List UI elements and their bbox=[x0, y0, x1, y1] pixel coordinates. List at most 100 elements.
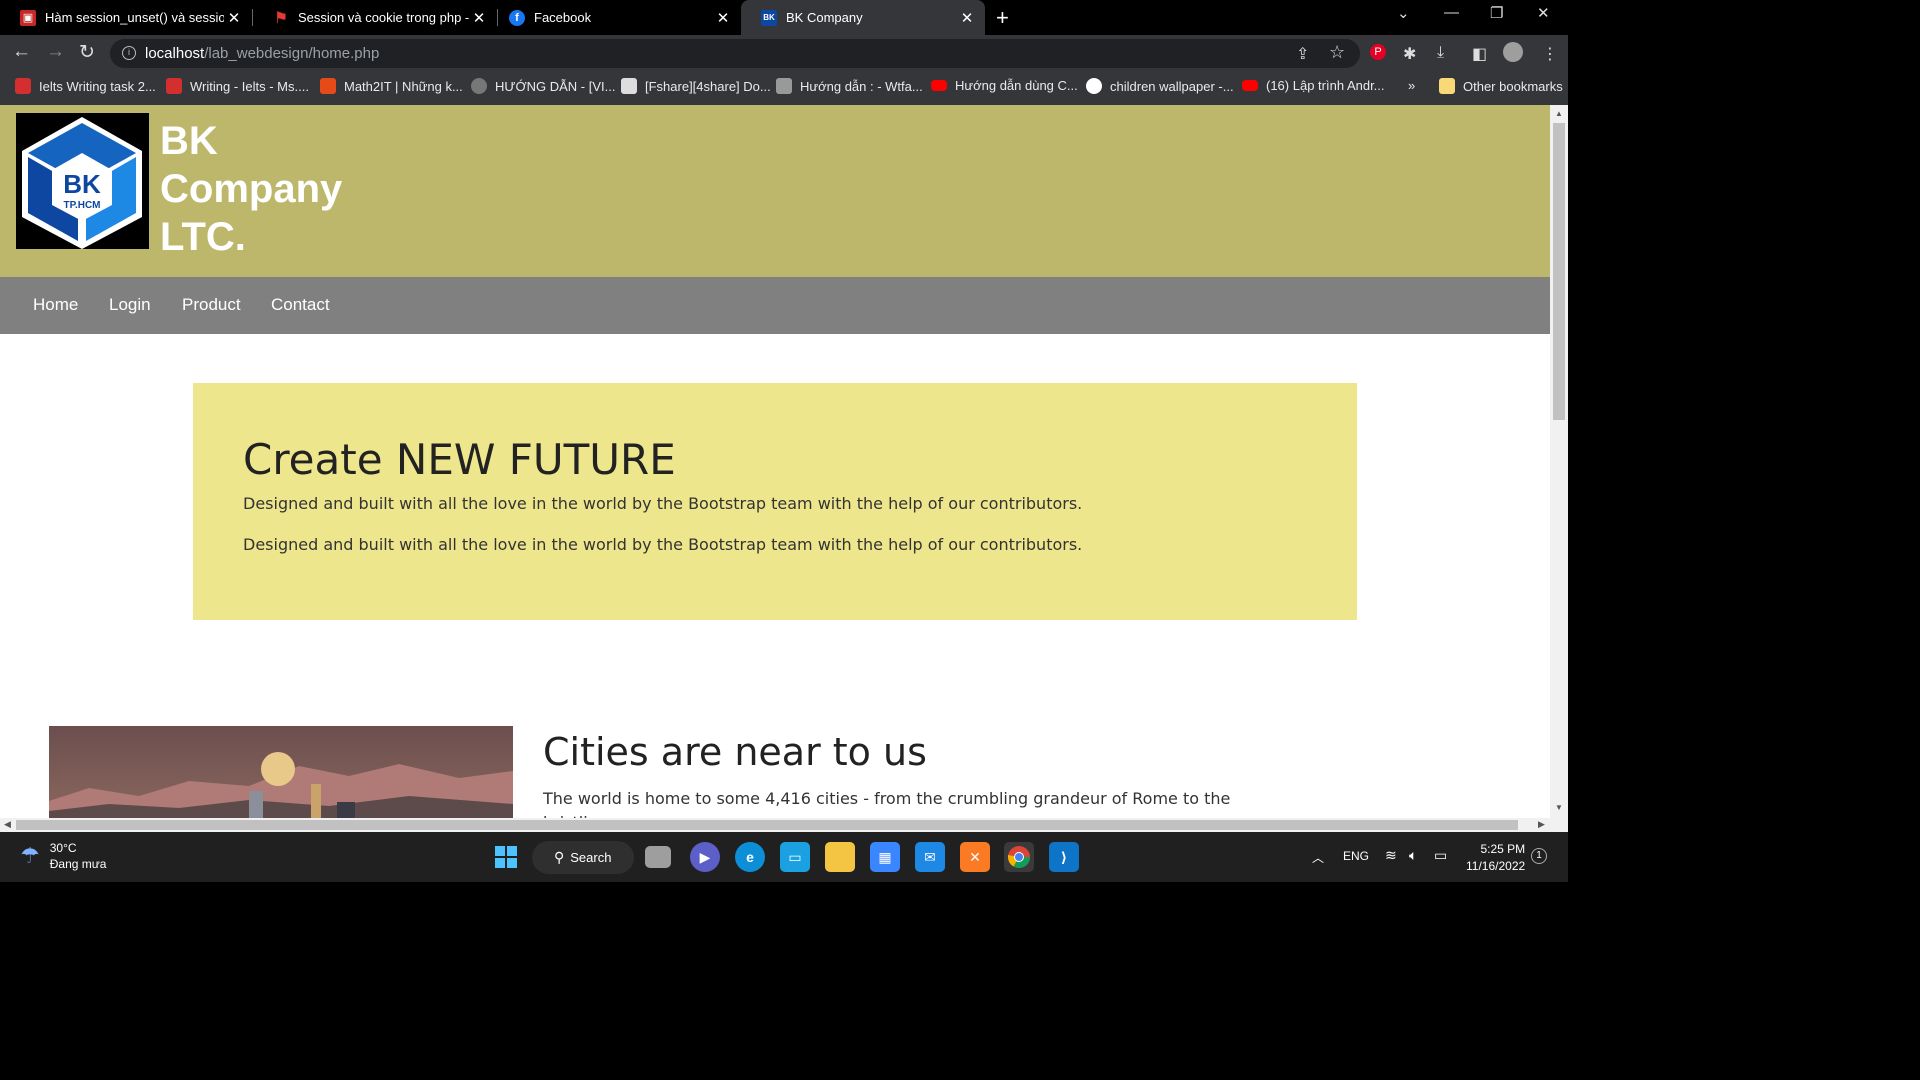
nav-product-link[interactable]: Product bbox=[182, 295, 241, 315]
section-title: Cities are near to us bbox=[543, 730, 927, 774]
show-hidden-icons-chevron[interactable]: ︿ bbox=[1312, 849, 1324, 866]
extensions-icon[interactable]: ✱ bbox=[1403, 44, 1416, 64]
profile-avatar[interactable] bbox=[1503, 42, 1523, 62]
nav-login-link[interactable]: Login bbox=[109, 295, 151, 315]
browser-toolbar: ← → ↻ i localhost/lab_webdesign/home.php… bbox=[0, 35, 1568, 72]
share-icon[interactable]: ⇪ bbox=[1296, 44, 1309, 64]
close-tab-icon[interactable]: ✕ bbox=[713, 9, 733, 27]
windows-start-icon[interactable] bbox=[491, 842, 521, 872]
horizontal-scrollbar[interactable]: ◀ ▶ bbox=[0, 818, 1568, 832]
tab-favicon-icon: ▣ bbox=[20, 9, 36, 26]
section-text: The world is home to some 4,416 cities -… bbox=[543, 789, 1231, 818]
tab-favicon-icon: ⚑ bbox=[273, 9, 289, 27]
tab-facebook[interactable]: f Facebook ✕ bbox=[489, 0, 741, 35]
pinterest-icon[interactable]: P bbox=[1370, 44, 1386, 60]
tab-session-cookie[interactable]: ⚑ Session và cookie trong php - Fre ✕ bbox=[253, 0, 497, 35]
wifi-icon[interactable]: ≋ bbox=[1385, 847, 1397, 864]
svg-text:TP.HCM: TP.HCM bbox=[63, 200, 100, 211]
bookmark-item[interactable]: Hướng dẫn : - Wtfa... bbox=[776, 78, 923, 94]
bookmark-item[interactable]: Ielts Writing task 2... bbox=[15, 78, 156, 94]
svg-text:BK: BK bbox=[63, 169, 101, 199]
hero-text: Designed and built with all the love in … bbox=[243, 535, 1083, 554]
scroll-right-icon[interactable]: ▶ bbox=[1538, 819, 1545, 830]
battery-icon[interactable]: ▭ bbox=[1434, 847, 1447, 864]
scrollbar-thumb[interactable] bbox=[1553, 123, 1565, 420]
bookmark-item[interactable]: (16) Lập trình Andr... bbox=[1242, 78, 1385, 93]
tab-title: Session và cookie trong php - Fre bbox=[298, 10, 469, 25]
scroll-down-icon[interactable]: ▼ bbox=[1555, 803, 1563, 812]
weather-status: Đang mưa bbox=[49, 857, 107, 871]
close-tab-icon[interactable]: ✕ bbox=[957, 9, 977, 27]
site-info-icon[interactable]: i bbox=[122, 46, 136, 60]
nav-contact-link[interactable]: Contact bbox=[271, 295, 330, 315]
task-view-icon[interactable] bbox=[645, 846, 671, 868]
rain-umbrella-icon: ☂ bbox=[20, 843, 40, 868]
tab-search-icon[interactable]: ⌄ bbox=[1397, 4, 1410, 22]
nav-home-link[interactable]: Home bbox=[33, 295, 78, 315]
tab-title: Hàm session_unset() và session_d bbox=[45, 10, 224, 25]
tab-session-unset[interactable]: ▣ Hàm session_unset() và session_d ✕ bbox=[0, 0, 252, 35]
bookmarks-overflow-button[interactable]: » bbox=[1408, 78, 1415, 93]
brand-title: BK Company LTC. bbox=[160, 119, 343, 259]
close-window-icon[interactable]: ✕ bbox=[1537, 4, 1550, 22]
facebook-icon: f bbox=[509, 9, 525, 26]
windows-taskbar: ☂ 30°C Đang mưa ⚲ Search ▶ e ▭ ▦ ✉ ✕ ⟩ ︿… bbox=[0, 832, 1568, 882]
menu-kebab-icon[interactable]: ⋮ bbox=[1542, 44, 1558, 64]
site-navigation: Home Login Product Contact bbox=[0, 277, 1550, 334]
remote-desktop-icon[interactable]: ▭ bbox=[780, 842, 810, 872]
browser-tab-strip: ▣ Hàm session_unset() và session_d ✕ ⚑ S… bbox=[0, 0, 1568, 35]
url-host: localhost bbox=[145, 45, 205, 62]
system-clock[interactable]: 5:25 PM 11/16/2022 bbox=[1466, 841, 1525, 875]
hero-jumbotron: Create NEW FUTURE Designed and built wit… bbox=[193, 383, 1357, 620]
xampp-icon[interactable]: ✕ bbox=[960, 842, 990, 872]
reload-icon[interactable]: ↻ bbox=[79, 41, 95, 64]
tab-bk-company[interactable]: BK BK Company ✕ bbox=[741, 0, 985, 35]
bookmark-item[interactable]: Math2IT | Những k... bbox=[320, 78, 463, 94]
other-bookmarks-folder[interactable]: Other bookmarks bbox=[1439, 78, 1563, 94]
new-tab-button[interactable]: + bbox=[996, 5, 1009, 31]
hero-text: Designed and built with all the love in … bbox=[243, 494, 1083, 513]
scroll-up-icon[interactable]: ▲ bbox=[1555, 109, 1563, 118]
hero-title: Create NEW FUTURE bbox=[243, 435, 676, 484]
bookmark-star-icon[interactable]: ☆ bbox=[1329, 42, 1345, 63]
city-skyline-image bbox=[49, 726, 513, 818]
tab-title: Facebook bbox=[534, 10, 592, 25]
edge-icon[interactable]: e bbox=[735, 842, 765, 872]
side-panel-icon[interactable]: ◧ bbox=[1472, 44, 1487, 64]
vscode-icon[interactable]: ⟩ bbox=[1049, 842, 1079, 872]
mail-icon[interactable]: ✉ bbox=[915, 842, 945, 872]
bookmark-item[interactable]: Writing - Ielts - Ms.... bbox=[166, 78, 309, 94]
minimize-icon[interactable]: — bbox=[1444, 4, 1459, 21]
bookmark-item[interactable]: children wallpaper -... bbox=[1086, 78, 1234, 94]
microsoft-store-icon[interactable]: ▦ bbox=[870, 842, 900, 872]
vertical-scrollbar[interactable]: ▲ ▼ bbox=[1550, 105, 1568, 818]
bookmarks-bar: Ielts Writing task 2... Writing - Ielts … bbox=[0, 72, 1568, 105]
teams-chat-icon[interactable]: ▶ bbox=[690, 842, 720, 872]
back-arrow-icon[interactable]: ← bbox=[12, 41, 31, 63]
scrollbar-thumb[interactable] bbox=[16, 820, 1518, 830]
search-icon: ⚲ bbox=[554, 849, 565, 865]
tab-title: BK Company bbox=[786, 10, 863, 25]
close-tab-icon[interactable]: ✕ bbox=[469, 9, 489, 27]
bookmark-item[interactable]: HƯỚNG DẪN - [VI... bbox=[471, 78, 615, 94]
restore-icon[interactable]: ❐ bbox=[1490, 4, 1503, 22]
taskbar-search[interactable]: ⚲ Search bbox=[532, 841, 634, 874]
chrome-icon[interactable] bbox=[1004, 842, 1034, 872]
bk-logo: BK TP.HCM bbox=[16, 113, 149, 249]
notification-badge[interactable]: 1 bbox=[1531, 848, 1547, 864]
volume-icon[interactable]: 🔈︎ bbox=[1409, 847, 1417, 864]
download-icon[interactable]: ⤓ bbox=[1437, 44, 1444, 62]
url-path: /lab_webdesign/home.php bbox=[204, 45, 380, 62]
bookmark-item[interactable]: [Fshare][4share] Do... bbox=[621, 78, 771, 94]
weather-widget[interactable]: ☂ 30°C Đang mưa bbox=[20, 840, 106, 872]
language-indicator[interactable]: ENG bbox=[1343, 849, 1369, 863]
address-bar[interactable]: i localhost/lab_webdesign/home.php bbox=[110, 39, 1360, 68]
close-tab-icon[interactable]: ✕ bbox=[224, 9, 244, 27]
folder-icon bbox=[1439, 78, 1455, 94]
file-explorer-icon[interactable] bbox=[825, 842, 855, 872]
bk-logo-icon: BK bbox=[761, 9, 777, 26]
forward-arrow-icon[interactable]: → bbox=[46, 41, 65, 63]
bookmark-item[interactable]: Hướng dẫn dùng C... bbox=[931, 78, 1078, 93]
scroll-left-icon[interactable]: ◀ bbox=[4, 819, 11, 830]
page-viewport: BK TP.HCM BK Company LTC. Home Login Pro… bbox=[0, 105, 1550, 818]
